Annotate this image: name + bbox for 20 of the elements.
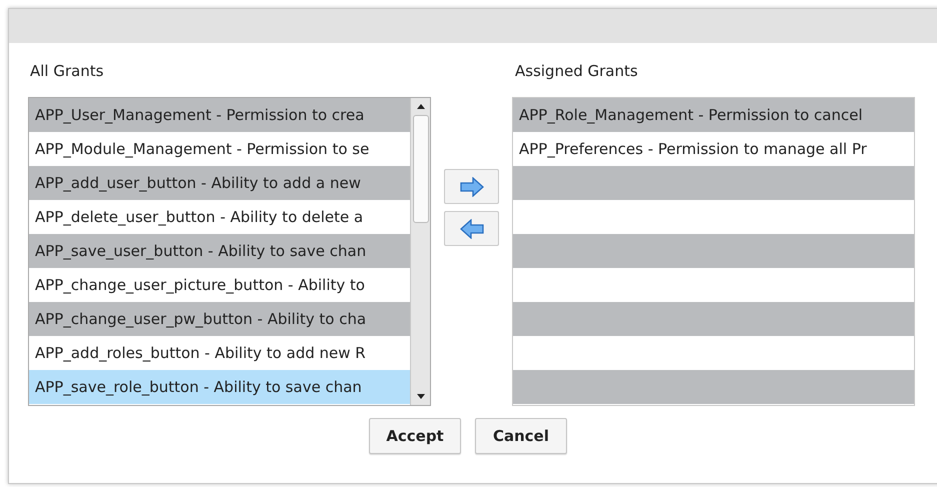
list-label: Assigned Grants bbox=[514, 61, 639, 82]
list-item[interactable]: APP_User_Management - Permission to crea bbox=[29, 98, 410, 132]
right-arrow-icon bbox=[458, 176, 486, 196]
list-item[interactable]: APP_change_user_pw_button - Ability to cha bbox=[29, 302, 410, 336]
cancel-button[interactable]: Cancel bbox=[475, 418, 567, 454]
add-button[interactable] bbox=[444, 169, 499, 204]
scroll-down-icon[interactable] bbox=[416, 394, 424, 399]
assigned-list[interactable]: APP_Role_Management - Permission to cancel APP_Preferences - Permission to manage all Pr bbox=[512, 97, 915, 406]
list-item[interactable]: APP_Role_Management - Permission to cancel bbox=[513, 98, 914, 132]
list-item[interactable]: APP_save_user_button - Ability to save chan bbox=[29, 234, 410, 268]
list-item[interactable]: APP_save_role_button - Ability to save chan bbox=[29, 370, 410, 404]
list-item[interactable]: APP_add_user_button - Ability to add a new bbox=[29, 166, 410, 200]
grants-list[interactable] bbox=[28, 97, 431, 406]
scrollbar-thumb[interactable] bbox=[412, 115, 428, 223]
remove-button[interactable] bbox=[444, 211, 499, 246]
list-label: All Grants bbox=[29, 61, 105, 82]
scroll-up-icon[interactable] bbox=[416, 104, 424, 109]
left-arrow-icon bbox=[458, 218, 486, 238]
accept-button[interactable]: Accept bbox=[369, 418, 461, 454]
scrollbar[interactable] bbox=[410, 98, 430, 405]
